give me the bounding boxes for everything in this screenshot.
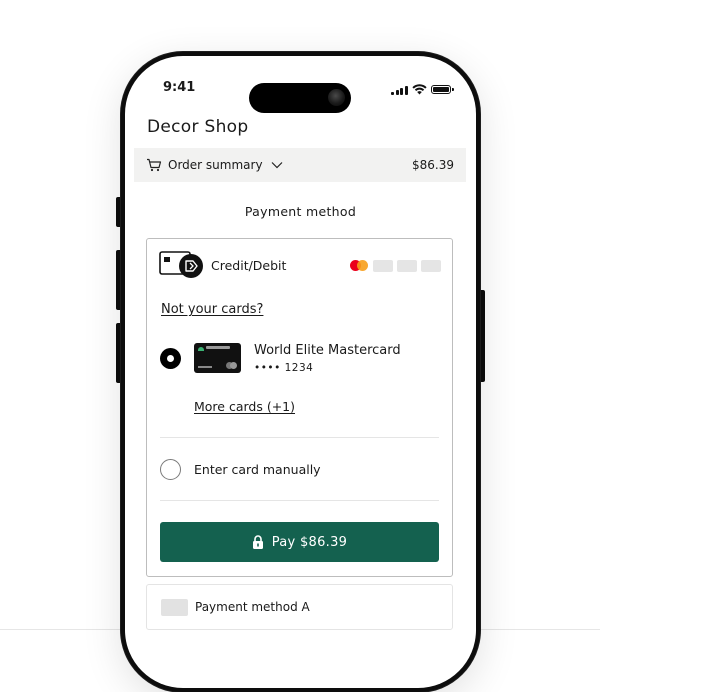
phone-screen: 9:41 Decor Shop Order summary $86.39 Pay…: [125, 56, 476, 688]
credit-debit-panel: Credit/Debit Not your cards? World Elite…: [146, 238, 453, 577]
mastercard-icon: [349, 259, 369, 272]
order-summary-bar[interactable]: Order summary $86.39: [134, 148, 466, 182]
card-brand-placeholder-icon: [373, 259, 393, 272]
payment-method-a-label: Payment method A: [195, 600, 310, 614]
shop-title: Decor Shop: [147, 117, 249, 137]
lock-icon: [252, 535, 263, 549]
signal-icon: [391, 85, 408, 95]
chevron-down-icon: [271, 162, 282, 169]
status-icons: [391, 84, 454, 95]
saved-card-number: •••• 1234: [254, 362, 314, 374]
camera-icon: [328, 89, 345, 106]
saved-card-thumbnail: [194, 343, 241, 373]
payment-method-a-option[interactable]: Payment method A: [146, 584, 453, 630]
card-brand-logos: [349, 259, 441, 272]
battery-icon: [430, 85, 454, 94]
credit-debit-label: Credit/Debit: [211, 258, 287, 273]
wifi-icon: [411, 84, 427, 95]
card-brand-placeholder-icon: [421, 259, 441, 272]
not-your-cards-link[interactable]: Not your cards?: [161, 302, 263, 317]
saved-card-name[interactable]: World Elite Mastercard: [254, 343, 401, 358]
more-cards-link[interactable]: More cards (+1): [194, 399, 295, 414]
cart-icon: [147, 158, 162, 172]
pay-button-label: Pay $86.39: [271, 534, 348, 550]
enter-manually-radio[interactable]: [160, 459, 181, 480]
payment-method-a-logo-icon: [161, 599, 188, 616]
card-brand-placeholder-icon: [397, 259, 417, 272]
pay-button[interactable]: Pay $86.39: [160, 522, 439, 562]
card-method-icon: [159, 251, 203, 278]
order-summary-label: Order summary: [168, 158, 263, 172]
divider: [160, 437, 439, 438]
enter-manually-label[interactable]: Enter card manually: [194, 462, 321, 477]
status-time: 9:41: [163, 80, 196, 95]
dynamic-island: [249, 83, 351, 113]
order-total: $86.39: [412, 158, 454, 172]
divider: [160, 500, 439, 501]
saved-card-radio[interactable]: [160, 348, 181, 369]
payment-method-heading: Payment method: [244, 204, 357, 219]
